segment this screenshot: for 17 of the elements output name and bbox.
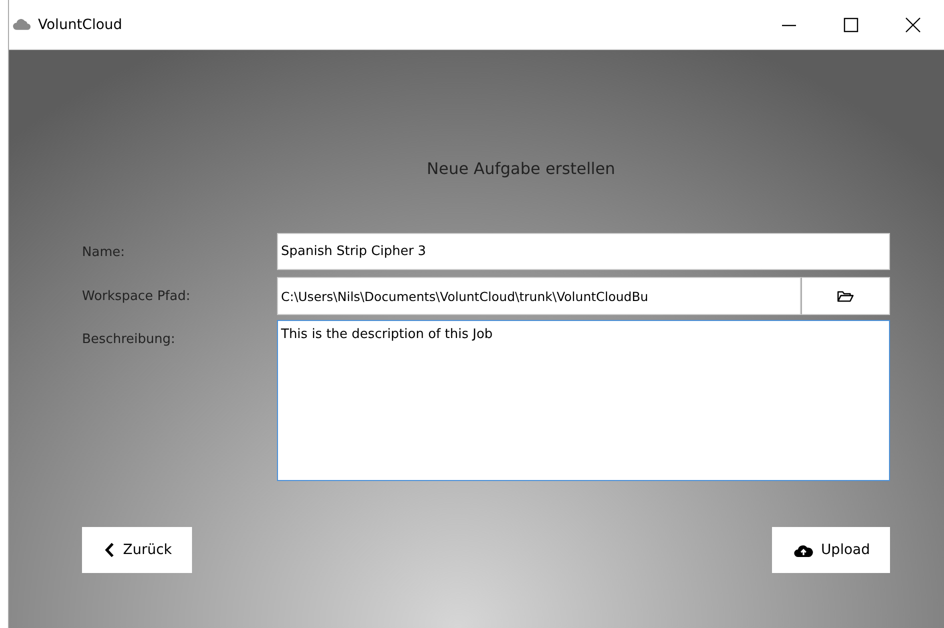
upload-button[interactable]: Upload [772, 527, 890, 573]
folder-icon [837, 290, 854, 302]
maximize-icon[interactable] [843, 16, 859, 32]
chevron-left-icon [104, 542, 115, 558]
page-heading: Neue Aufgabe erstellen [426, 159, 616, 180]
close-icon[interactable] [905, 16, 921, 32]
window-title: VoluntCloud [38, 16, 122, 32]
field-label: Name: [82, 244, 126, 260]
browse-button[interactable] [801, 277, 890, 315]
field-label: Beschreibung: [82, 331, 176, 347]
name-field[interactable]: Spanish Strip Cipher 3 [277, 233, 890, 270]
cloud-upload-icon [794, 543, 813, 557]
path-field[interactable]: C:\Users\Nils\Documents\VoluntCloud\trunk\VoluntCloudBu [277, 277, 801, 315]
description-field[interactable]: This is the description of this Job [277, 320, 890, 481]
field-label: Workspace Pfad: [82, 288, 192, 304]
cloud-icon [13, 19, 31, 30]
back-button[interactable]: Zurück [82, 527, 192, 573]
